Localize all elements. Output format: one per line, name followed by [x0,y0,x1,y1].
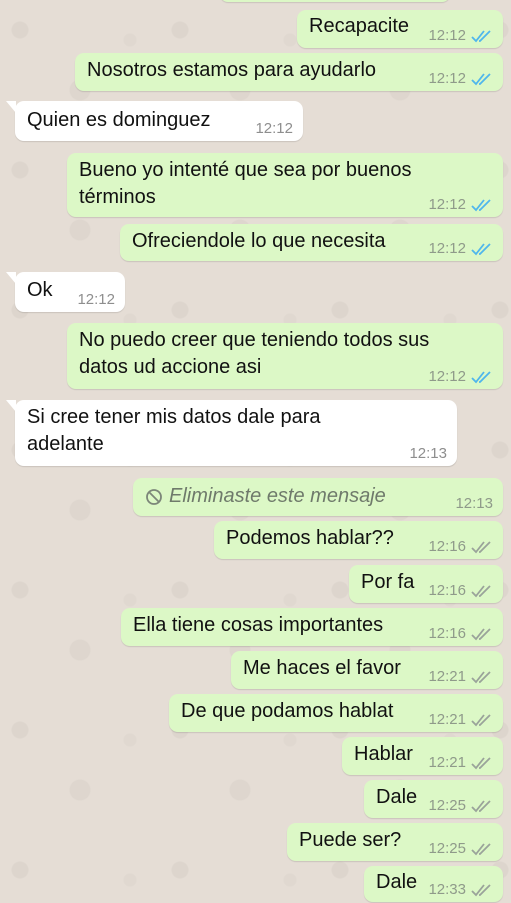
message-meta: 12:12 [77,291,115,308]
message-meta: 12:21 [428,711,493,728]
message-text: Eliminaste este mensaje [169,485,386,507]
previous-message-fragment [220,0,450,2]
message-text: Quien es dominguez [27,109,211,131]
message-row: Quien es dominguez 12:12 [0,101,511,141]
outgoing-message[interactable]: Me haces el favor 12:21 [231,651,503,689]
outgoing-message[interactable]: Ofreciendole lo que necesita 12:12 [120,224,503,261]
message-meta: 12:12 [428,240,493,257]
message-time: 12:12 [428,27,466,44]
read-ticks-icon [471,198,491,211]
message-row: Podemos hablar?? 12:16 [0,521,511,559]
message-meta: 12:12 [428,70,493,87]
message-meta: 12:16 [428,538,493,555]
message-time: 12:21 [428,668,466,685]
outgoing-message[interactable]: Dale 12:25 [364,780,503,818]
message-meta: 12:21 [428,668,493,685]
message-time: 12:12 [77,291,115,308]
delivered-ticks-icon [471,883,491,896]
incoming-message[interactable]: Ok 12:12 [6,272,125,312]
message-time: 12:13 [409,445,447,462]
message-row: Bueno yo intenté que sea por buenos térm… [0,153,511,217]
delivered-ticks-icon [471,584,491,597]
message-meta: 12:25 [428,840,493,857]
message-row: Dale 12:33 [0,866,511,902]
outgoing-message[interactable]: No puedo creer que teniendo todos sus da… [67,323,503,389]
read-ticks-icon [471,242,491,255]
message-meta: 12:33 [428,881,493,898]
delivered-ticks-icon [471,756,491,769]
message-row: De que podamos hablat 12:21 [0,694,511,732]
outgoing-message[interactable]: Por fa 12:16 [349,565,503,603]
message-time: 12:16 [428,582,466,599]
message-row: Dale 12:25 [0,780,511,818]
message-text: Si cree tener mis datos dale para adelan… [27,406,321,455]
message-meta: 12:12 [255,120,293,137]
read-ticks-icon [471,370,491,383]
message-row: Ofreciendole lo que necesita 12:12 [0,224,511,261]
message-meta: 12:13 [409,445,447,462]
message-time: 12:21 [428,711,466,728]
outgoing-message[interactable]: Hablar 12:21 [342,737,503,775]
delivered-ticks-icon [471,670,491,683]
deleted-message[interactable]: Eliminaste este mensaje 12:13 [133,478,503,516]
message-row: No puedo creer que teniendo todos sus da… [0,323,511,389]
message-time: 12:16 [428,538,466,555]
message-time: 12:12 [428,196,466,213]
message-time: 12:12 [428,240,466,257]
message-meta: 12:25 [428,797,493,814]
message-row: Puede ser? 12:25 [0,823,511,861]
message-row: Hablar 12:21 [0,737,511,775]
message-meta: 12:12 [428,27,493,44]
delivered-ticks-icon [471,713,491,726]
delivered-ticks-icon [471,627,491,640]
blocked-icon [146,488,162,505]
outgoing-message[interactable]: Bueno yo intenté que sea por buenos térm… [67,153,503,217]
chat-area[interactable]: Recapacite 12:12 Nosotros estamos para a… [0,0,511,903]
delivered-ticks-icon [471,799,491,812]
message-row: Me haces el favor 12:21 [0,651,511,689]
outgoing-message[interactable]: Dale 12:33 [364,866,503,902]
message-time: 12:12 [428,70,466,87]
message-time: 12:21 [428,754,466,771]
message-row: Por fa 12:16 [0,565,511,603]
outgoing-message[interactable]: Recapacite 12:12 [297,10,503,48]
message-row: Eliminaste este mensaje 12:13 [0,478,511,516]
message-row: Si cree tener mis datos dale para adelan… [0,400,511,466]
incoming-message[interactable]: Quien es dominguez 12:12 [6,101,303,141]
outgoing-message[interactable]: Nosotros estamos para ayudarlo 12:12 [75,53,503,91]
read-ticks-icon [471,72,491,85]
message-meta: 12:16 [428,582,493,599]
message-meta: 12:21 [428,754,493,771]
outgoing-message[interactable]: De que podamos hablat 12:21 [169,694,503,732]
outgoing-message[interactable]: Puede ser? 12:25 [287,823,503,861]
message-row: Ella tiene cosas importantes 12:16 [0,608,511,646]
outgoing-message[interactable]: Ella tiene cosas importantes 12:16 [121,608,503,646]
message-row: Nosotros estamos para ayudarlo 12:12 [0,53,511,91]
delivered-ticks-icon [471,842,491,855]
incoming-message[interactable]: Si cree tener mis datos dale para adelan… [6,400,457,466]
deleted-message-body: Eliminaste este mensaje [145,478,491,510]
message-row: Ok 12:12 [0,272,511,312]
message-row: Recapacite 12:12 [0,10,511,48]
message-time: 12:12 [428,368,466,385]
message-time: 12:25 [428,797,466,814]
message-time: 12:13 [455,495,493,512]
message-time: 12:25 [428,840,466,857]
delivered-ticks-icon [471,540,491,553]
outgoing-message[interactable]: Podemos hablar?? 12:16 [214,521,503,559]
message-time: 12:12 [255,120,293,137]
read-ticks-icon [471,29,491,42]
message-meta: 12:16 [428,625,493,642]
message-meta: 12:13 [455,495,493,512]
message-time: 12:16 [428,625,466,642]
message-time: 12:33 [428,881,466,898]
message-meta: 12:12 [428,196,493,213]
message-meta: 12:12 [428,368,493,385]
